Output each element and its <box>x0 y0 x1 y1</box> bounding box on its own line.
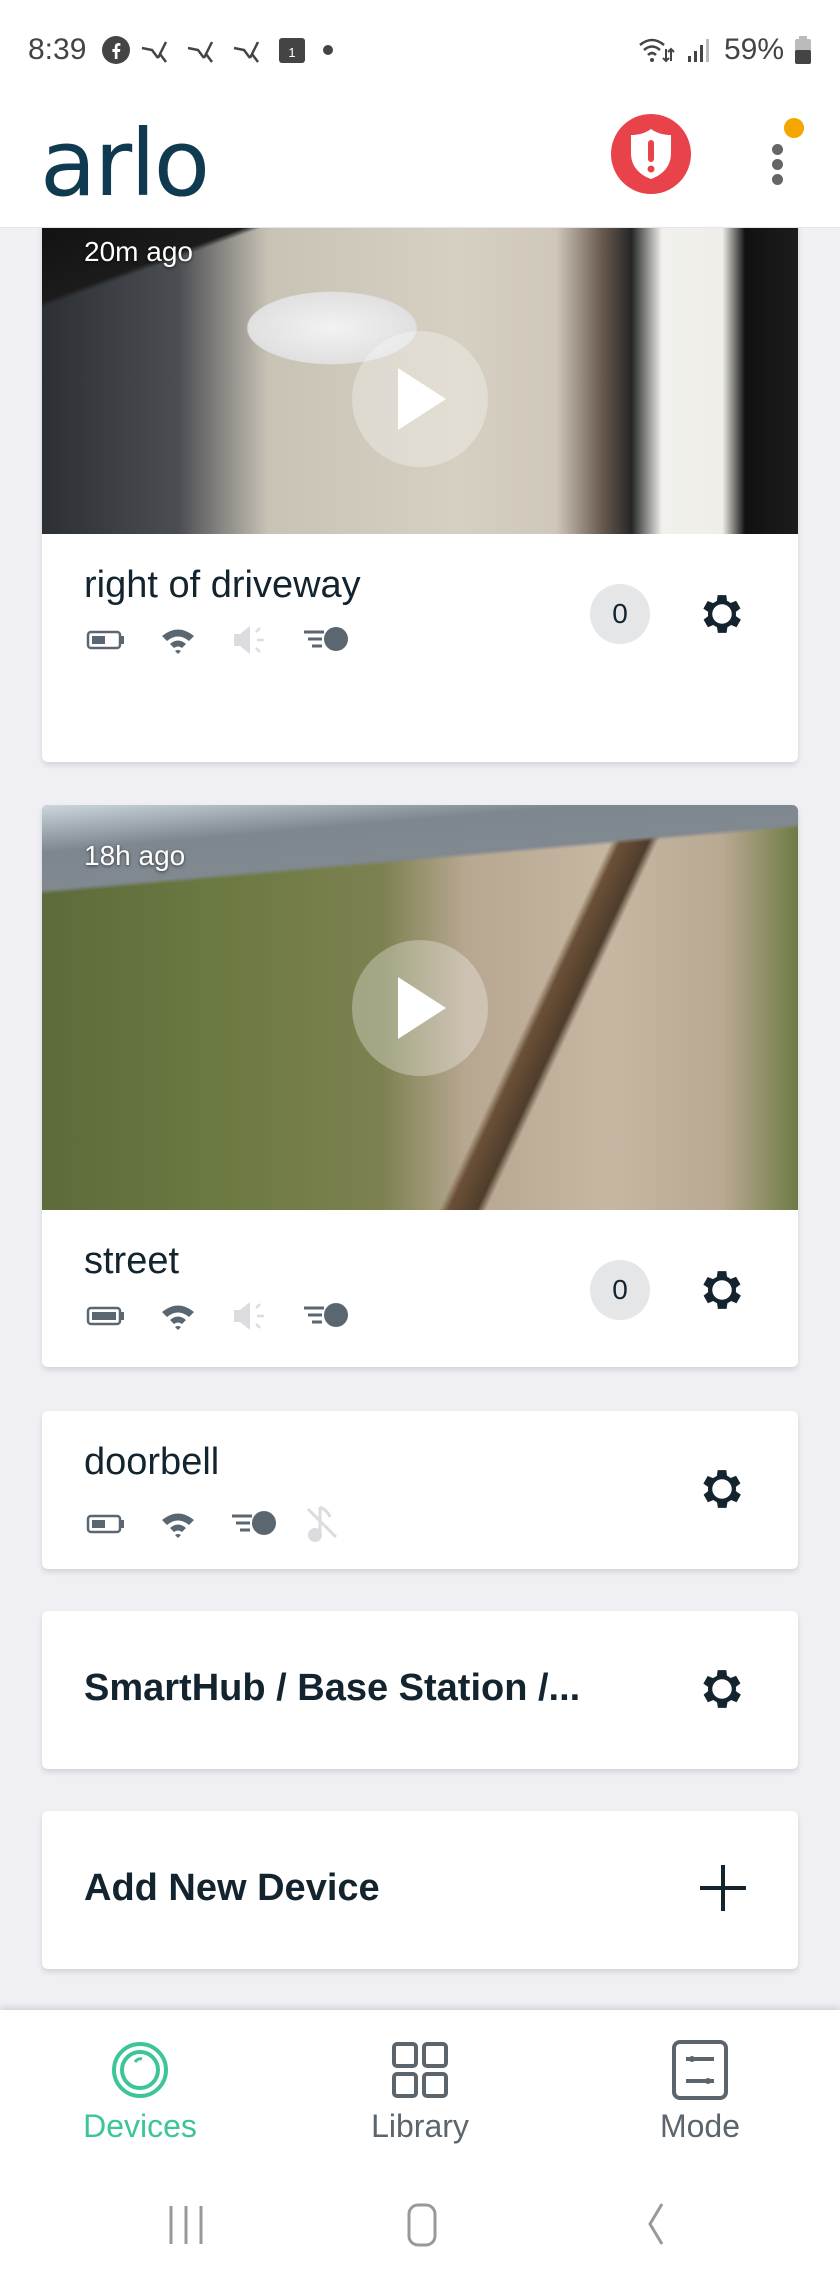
arlo-logo: arlo <box>40 110 210 217</box>
device-footer[interactable]: street 0 <box>42 1210 798 1367</box>
wifi-icon <box>162 1513 194 1538</box>
event-count-badge[interactable]: 0 <box>590 584 650 644</box>
home-icon[interactable] <box>392 2200 452 2250</box>
last-activity-label: 20m ago <box>84 236 193 267</box>
device-card-street: 18h ago street 0 <box>42 805 798 1367</box>
base-station-name: SmartHub / Base Station /... <box>84 1667 581 1709</box>
device-status-icons <box>86 1296 374 1336</box>
bird-icon <box>142 41 168 63</box>
play-button[interactable] <box>352 940 488 1076</box>
battery-icon <box>86 630 124 650</box>
device-status-icons <box>86 1504 374 1544</box>
signal-icon <box>687 39 709 62</box>
battery-icon <box>86 1306 124 1326</box>
plus-icon <box>700 1865 746 1911</box>
device-name: right of driveway <box>84 564 361 606</box>
music-off-icon <box>306 1505 338 1542</box>
notification-badge <box>784 118 804 138</box>
gear-icon[interactable] <box>696 1264 748 1316</box>
dot-icon <box>323 45 334 55</box>
device-card-right-of-driveway: 20m ago right of driveway 0 <box>42 228 798 762</box>
speaker-icon <box>234 1302 264 1330</box>
bird-icon <box>234 41 260 63</box>
wifi-icon <box>162 629 194 654</box>
gear-icon[interactable] <box>696 1463 748 1515</box>
tab-mode[interactable]: Mode <box>600 2010 800 2160</box>
recent-apps-icon[interactable] <box>156 2200 216 2250</box>
device-status-icons <box>86 620 374 660</box>
bottom-navigation: Devices Library Mode <box>0 2010 840 2160</box>
play-icon <box>398 368 446 430</box>
menu-dot <box>772 159 783 170</box>
device-name: doorbell <box>84 1441 220 1483</box>
tab-devices[interactable]: Devices <box>40 2010 240 2160</box>
motion-icon <box>304 627 348 651</box>
gear-icon[interactable] <box>696 1663 748 1715</box>
play-icon <box>398 977 446 1039</box>
device-card-doorbell[interactable]: doorbell <box>42 1411 798 1569</box>
menu-dot <box>772 144 783 155</box>
security-alert-button[interactable] <box>611 114 691 194</box>
speaker-icon <box>234 626 264 654</box>
wifi-icon <box>162 1305 194 1330</box>
play-button[interactable] <box>352 331 488 467</box>
motion-icon <box>232 1511 276 1535</box>
tab-label: Mode <box>659 2108 741 2144</box>
device-footer[interactable]: right of driveway 0 <box>42 534 798 692</box>
add-new-device-button[interactable]: Add New Device <box>42 1811 798 1969</box>
add-device-label: Add New Device <box>84 1867 380 1909</box>
system-navigation-bar <box>0 2160 840 2289</box>
svg-text:1: 1 <box>289 45 296 60</box>
more-menu-button[interactable] <box>760 110 804 200</box>
mode-sliders-icon <box>672 2040 728 2100</box>
battery-status-icon <box>795 36 811 64</box>
status-bar: 8:39 1 59% <box>0 0 840 100</box>
event-count-badge[interactable]: 0 <box>590 1260 650 1320</box>
calendar-icon: 1 <box>279 38 306 63</box>
battery-percent: 59% <box>723 33 784 66</box>
battery-icon <box>86 1514 124 1534</box>
tab-label: Library <box>371 2108 469 2144</box>
camera-thumbnail[interactable]: 18h ago <box>42 805 798 1210</box>
device-name: street <box>84 1240 180 1282</box>
bird-icon <box>188 41 214 63</box>
camera-thumbnail[interactable]: 20m ago <box>42 228 798 534</box>
library-grid-icon <box>392 2042 448 2098</box>
status-time: 8:39 <box>28 33 87 66</box>
devices-icon <box>112 2042 168 2098</box>
shield-alert-icon <box>631 129 671 179</box>
wifi-status-icon <box>639 38 675 63</box>
tab-library[interactable]: Library <box>320 2010 520 2160</box>
last-activity-label: 18h ago <box>84 840 186 871</box>
base-station-card[interactable]: SmartHub / Base Station /... <box>42 1611 798 1769</box>
motion-icon <box>304 1303 348 1327</box>
tab-label: Devices <box>83 2108 197 2144</box>
back-icon[interactable] <box>632 2200 692 2250</box>
gear-icon[interactable] <box>696 588 748 640</box>
menu-dot <box>772 174 783 185</box>
device-list[interactable]: 20m ago right of driveway 0 18h ago stre… <box>0 228 840 2010</box>
app-bar: arlo <box>0 100 840 228</box>
facebook-icon <box>102 36 131 64</box>
